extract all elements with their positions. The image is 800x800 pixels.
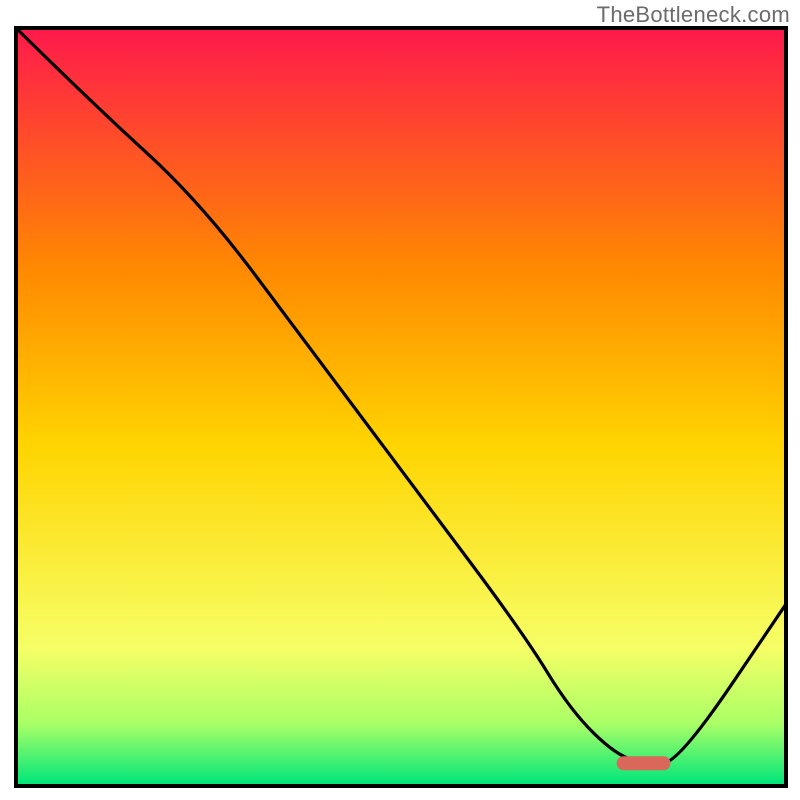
chart-background [18,30,784,784]
chart-highlight-marker [617,756,671,770]
chart-svg [0,0,800,800]
chart-container [0,0,800,800]
